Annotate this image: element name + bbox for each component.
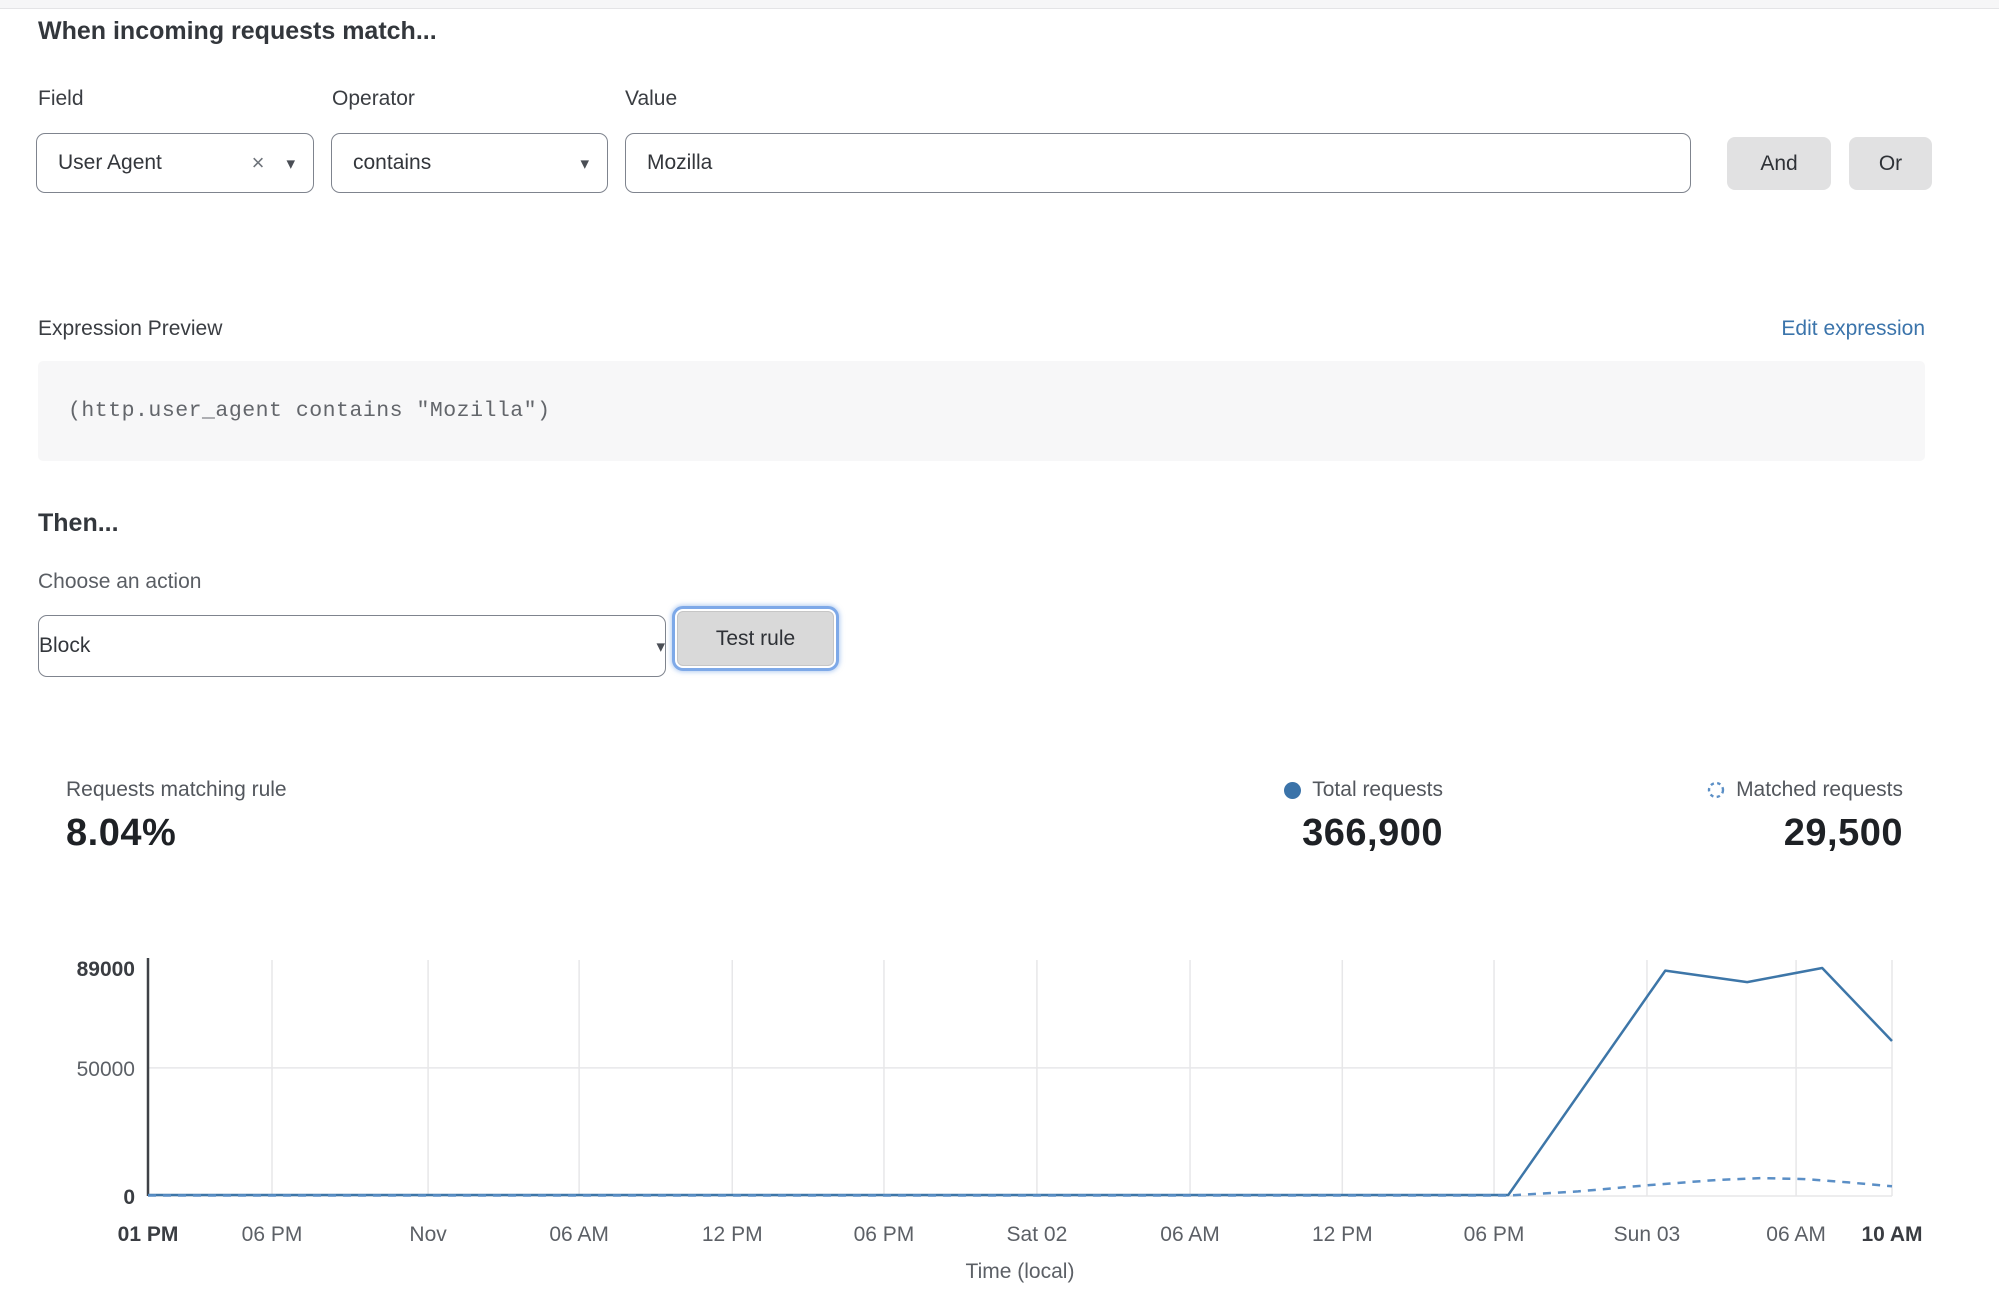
- x-tick-label: 06 PM: [242, 1223, 303, 1246]
- x-tick-label: 06 AM: [1766, 1223, 1826, 1246]
- y-tick-label: 0: [123, 1186, 135, 1209]
- x-tick-label: Sat 02: [1007, 1223, 1068, 1246]
- matched-requests-value: 29,500: [1707, 812, 1903, 855]
- x-axis-title: Time (local): [966, 1260, 1075, 1283]
- chevron-down-icon: ▾: [580, 155, 589, 172]
- field-label: Field: [38, 87, 84, 111]
- clear-field-icon[interactable]: ×: [252, 152, 265, 174]
- action-select-value: Block: [39, 634, 656, 658]
- expression-preview-box: (http.user_agent contains "Mozilla"): [38, 361, 1925, 461]
- action-select[interactable]: Block ▾: [38, 615, 666, 677]
- stat-total-requests: Total requests 366,900: [1284, 777, 1443, 855]
- test-rule-button[interactable]: Test rule: [677, 611, 834, 666]
- x-tick-label: 12 PM: [702, 1223, 763, 1246]
- x-tick-label: 06 PM: [1464, 1223, 1525, 1246]
- choose-action-label: Choose an action: [38, 570, 201, 594]
- x-tick-label: 01 PM: [118, 1223, 179, 1246]
- x-tick-label: Nov: [409, 1223, 447, 1246]
- total-requests-value: 366,900: [1284, 812, 1443, 855]
- field-select-value: User Agent: [58, 151, 252, 175]
- top-divider: [0, 0, 1999, 9]
- y-tick-label: 89000: [77, 958, 135, 981]
- x-tick-label: Sun 03: [1614, 1223, 1681, 1246]
- field-select[interactable]: User Agent × ▾: [36, 133, 314, 193]
- total-requests-line: [148, 968, 1892, 1195]
- total-requests-label: Total requests: [1312, 778, 1443, 802]
- section-title-then: Then...: [38, 509, 119, 538]
- test-rule-focus-ring: Test rule: [672, 606, 839, 671]
- firewall-rule-builder: When incoming requests match... Field Op…: [0, 0, 1999, 1295]
- chevron-down-icon: ▾: [656, 638, 665, 655]
- matched-requests-line: [148, 1178, 1892, 1195]
- chevron-down-icon: ▾: [286, 155, 295, 172]
- requests-matching-label: Requests matching rule: [66, 778, 287, 802]
- stat-matched-requests: Matched requests 29,500: [1707, 777, 1903, 855]
- edit-expression-link[interactable]: Edit expression: [1781, 317, 1925, 341]
- and-button[interactable]: And: [1727, 137, 1831, 190]
- total-requests-legend-icon: [1284, 782, 1301, 799]
- x-tick-label: 06 PM: [854, 1223, 915, 1246]
- x-tick-label: 12 PM: [1312, 1223, 1373, 1246]
- requests-chart: 01 PM 06 PM Nov 06 AM 12 PM 06 PM Sat 02 06 AM 1…: [0, 940, 1999, 1295]
- stat-requests-matching: Requests matching rule 8.04%: [66, 777, 287, 855]
- x-tick-label: 06 AM: [549, 1223, 609, 1246]
- matched-requests-label: Matched requests: [1736, 778, 1903, 802]
- value-input[interactable]: [625, 133, 1691, 193]
- or-button[interactable]: Or: [1849, 137, 1932, 190]
- value-label: Value: [625, 87, 677, 111]
- x-tick-label: 10 AM: [1861, 1223, 1922, 1246]
- expression-code: (http.user_agent contains "Mozilla"): [38, 399, 550, 423]
- operator-label: Operator: [332, 87, 415, 111]
- matched-requests-legend-icon: [1707, 781, 1725, 799]
- y-tick-label: 50000: [77, 1058, 135, 1081]
- operator-select[interactable]: contains ▾: [331, 133, 608, 193]
- section-title-match: When incoming requests match...: [38, 17, 437, 46]
- x-tick-label: 06 AM: [1160, 1223, 1220, 1246]
- requests-matching-value: 8.04%: [66, 812, 287, 855]
- expression-preview-label: Expression Preview: [38, 317, 222, 341]
- operator-select-value: contains: [353, 151, 580, 175]
